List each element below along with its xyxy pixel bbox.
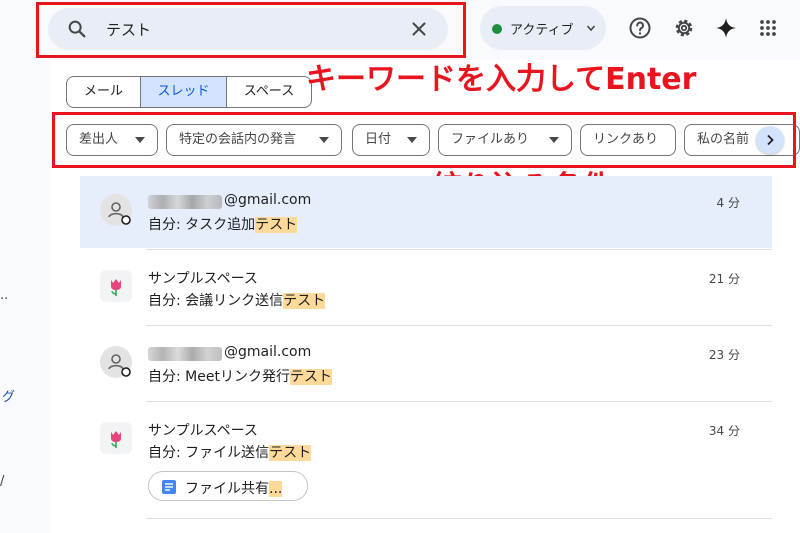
result-snippet: 自分: Meetリンク発行テスト	[148, 369, 332, 385]
tab-threads[interactable]: スレッド	[141, 77, 227, 107]
keyword-annotation: キーワードを入力してEnter	[306, 62, 697, 97]
status-button[interactable]: アクティブ	[480, 6, 606, 50]
chevron-down-icon	[586, 25, 596, 32]
status-label: アクティブ	[510, 23, 574, 38]
search-highlight-box	[36, 2, 466, 58]
apps-grid-icon[interactable]	[756, 16, 780, 40]
rail-fragment: ..	[0, 288, 9, 303]
attachment-name: ファイル共有...	[185, 481, 283, 497]
tab-spaces[interactable]: スペース	[227, 77, 311, 107]
result-time: 21 分	[708, 272, 740, 286]
gear-icon[interactable]	[672, 16, 696, 40]
divider	[146, 325, 772, 326]
search-highlight: テスト	[269, 445, 312, 461]
result-snippet: 自分: ファイル送信テスト	[148, 445, 312, 461]
divider	[146, 401, 772, 402]
person-icon	[108, 354, 131, 377]
result-time: 34 分	[708, 424, 740, 438]
sparkle-icon[interactable]	[714, 16, 738, 40]
result-snippet: 自分: タスク追加テスト	[148, 217, 298, 233]
result-title: @gmail.com	[224, 344, 312, 360]
avatar	[100, 346, 132, 378]
document-icon	[162, 480, 176, 494]
tulip-icon	[111, 431, 121, 448]
search-result-row[interactable]: サンプルスペース 自分: 会議リンク送信テスト 21 分	[80, 252, 772, 324]
help-icon[interactable]	[628, 16, 652, 40]
tulip-icon	[111, 279, 121, 296]
search-result-row[interactable]: @gmail.com 自分: タスク追加テスト 4 分	[80, 176, 772, 248]
tab-mail[interactable]: メール	[67, 77, 141, 107]
result-tabs: メール スレッド スペース	[66, 76, 312, 108]
result-time: 23 分	[708, 348, 740, 362]
search-highlight: テスト	[289, 369, 332, 385]
result-title: サンプルスペース	[148, 271, 258, 287]
result-title: サンプルスペース	[148, 423, 258, 439]
avatar	[100, 194, 132, 226]
space-avatar	[100, 270, 132, 302]
rail-fragment: /	[0, 474, 5, 489]
divider	[146, 518, 772, 519]
redacted-name	[148, 195, 222, 209]
left-rail: .. グ /	[0, 0, 50, 533]
divider	[146, 249, 772, 250]
result-title: @gmail.com	[224, 192, 312, 208]
attachment-chip[interactable]: ファイル共有...	[148, 471, 308, 501]
redacted-name	[148, 347, 222, 361]
result-snippet: 自分: 会議リンク送信テスト	[148, 293, 326, 309]
rail-fragment[interactable]: グ	[2, 386, 15, 405]
chat-search-page: .. グ / テスト アクティブ メール スレッド スペース キーワードを入力し…	[0, 0, 800, 533]
search-highlight: テスト	[283, 293, 326, 309]
search-highlight: テスト	[255, 217, 298, 233]
filter-highlight-box	[52, 112, 796, 168]
active-dot-icon	[492, 24, 502, 34]
space-avatar	[100, 422, 132, 454]
search-result-row[interactable]: @gmail.com 自分: Meetリンク発行テスト 23 分	[80, 328, 772, 400]
result-time: 4 分	[716, 196, 740, 210]
person-icon	[108, 202, 131, 225]
